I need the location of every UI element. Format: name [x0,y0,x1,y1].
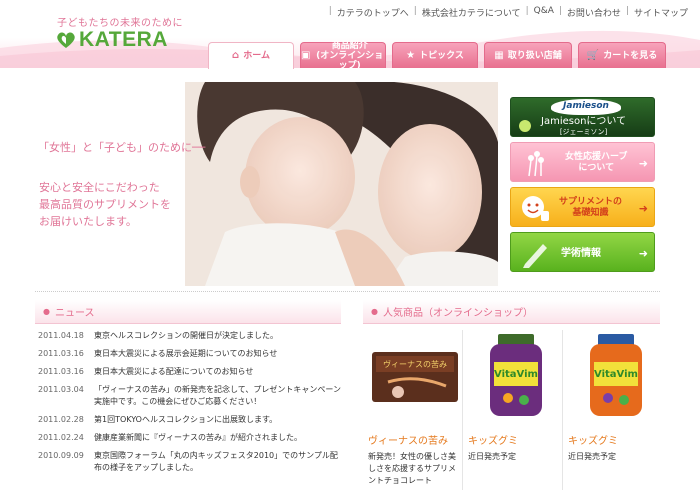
banner-herb[interactable]: 女性応援ハーブ について ➜ [510,142,655,182]
pencil-icon [523,244,547,268]
news-item[interactable]: 2011.02.24 健康産業新聞に『ヴィーナスの苦み』が紹介されました。 [38,432,343,444]
news-date: 2011.02.28 [38,415,84,424]
banner-jamieson[interactable]: Jamieson Jamiesonについて [ジェーミソン] [510,97,655,137]
flower-icon [528,151,544,177]
product-card[interactable]: VitaVim キッズグミ 近日発売予定 [463,330,563,490]
home-icon: ⌂ [232,50,240,61]
news-date: 2010.09.09 [38,451,84,460]
product-image-kids-gummy[interactable]: VitaVim [568,330,663,420]
product-name[interactable]: ヴィーナスの苦み [368,432,462,447]
news-date: 2011.03.16 [38,367,84,376]
shop-icon: ▦ [494,49,504,61]
nav-link-about[interactable]: 株式会社カテラについて [422,6,521,19]
nav-link-sitemap[interactable]: サイトマップ [634,6,688,19]
heart-leaf-icon [57,32,75,48]
bullet-icon: ● [43,307,50,316]
news-item[interactable]: 2010.09.09 東京国際フォーラム「丸の内キッズフェスタ2010」でのサン… [38,450,343,474]
news-date: 2011.02.24 [38,433,84,442]
news-text[interactable]: 第1回TOKYOヘルスコレクションに出展致します。 [94,414,343,426]
hero-message: 安心と安全にこだわった 最高品質のサプリメントを お届けいたします。 [39,179,171,230]
news-text[interactable]: 東京ヘルスコレクションの開催日が決定しました。 [94,330,343,342]
news-heading: ● ニュース [35,300,341,324]
arrow-right-icon: ➜ [638,202,648,215]
product-image-kids-gummy[interactable]: VitaVim [468,330,563,420]
nav-link-qa[interactable]: Q&A [534,6,554,19]
top-utility-nav: | カテラのトップへ | 株式会社カテラについて | Q&A | お問い合わせ | サイト… [328,6,688,19]
hero-banner: 「女性」と「子ども」のために── 安心と安全にこだわった 最高品質のサプリメント… [35,82,498,286]
product-list: ヴィーナスの苦み ヴィーナスの苦み 新発売！女性の優しさ美しさを応援するサプリメ… [363,330,663,490]
news-heading-label: ニュース [54,308,95,319]
bullet-icon: ● [371,307,378,316]
hero-line-2: 最高品質のサプリメントを [39,198,171,211]
svg-text:VitaVim: VitaVim [494,369,538,380]
tab-topics[interactable]: ★ トピックス [392,42,478,68]
news-text[interactable]: 東日本大震災による展示会延期についてのお知らせ [94,348,343,360]
banner-supplement-label: サプリメントの 基礎知識 [559,197,623,218]
news-item[interactable]: 2011.03.16 東日本大震災による配達についてのお知らせ [38,366,343,378]
smiley-icon [522,196,549,221]
banner-academic-info[interactable]: 学術情報 ➜ [510,232,655,272]
products-heading-label: 人気商品（オンラインショップ） [382,308,533,319]
product-description: 近日発売予定 [468,452,516,461]
svg-text:VitaVim: VitaVim [594,369,638,380]
tab-stores-label: 取り扱い店舗 [507,50,562,61]
arrow-right-icon: ➜ [638,247,648,260]
hero-line-1: 安心と安全にこだわった [39,181,160,194]
jamieson-logo: Jamieson [551,99,621,115]
product-name[interactable]: キッズグミ [468,432,562,447]
news-item[interactable]: 2011.04.18 東京ヘルスコレクションの開催日が決定しました。 [38,330,343,342]
hero-title: 「女性」と「子ども」のために── [38,141,206,154]
side-banners: Jamieson Jamiesonについて [ジェーミソン] 女性応援ハーブ につ… [510,97,655,277]
product-image-chocolate[interactable]: ヴィーナスの苦み [368,330,463,420]
hero-photo [185,82,498,286]
tab-cart[interactable]: 🛒 カートを見る [578,42,666,68]
news-date: 2011.03.04 [38,385,84,394]
arrow-right-icon: ➜ [638,157,648,170]
news-item[interactable]: 2011.03.16 東日本大震災による展示会延期についてのお知らせ [38,348,343,360]
news-list: 2011.04.18 東京ヘルスコレクションの開催日が決定しました。 2011.… [38,330,343,480]
news-text[interactable]: 健康産業新聞に『ヴィーナスの苦み』が紹介されました。 [94,432,343,444]
site-header: 子どもたちの未来のために KATERA | カテラのトップへ | 株式会社カテラにつ… [0,0,700,71]
svg-text:ヴィーナスの苦み: ヴィーナスの苦み [383,359,447,369]
news-text[interactable]: 東京国際フォーラム「丸の内キッズフェスタ2010」でのサンプル配布の様子をアップ… [94,450,343,474]
logo-tagline: 子どもたちの未来のために [57,18,183,29]
news-date: 2011.04.18 [38,331,84,340]
star-icon: ★ [406,49,416,61]
news-item[interactable]: 2011.03.04 「ヴィーナスの苦み」の新発売を記念して、プレゼントキャンペ… [38,384,343,408]
logo[interactable]: KATERA [56,28,168,52]
nav-link-katera-top[interactable]: カテラのトップへ [337,6,409,19]
news-date: 2011.03.16 [38,349,84,358]
banner-jamieson-label: Jamiesonについて [ジェーミソン] [541,116,627,137]
news-item[interactable]: 2011.02.28 第1回TOKYOヘルスコレクションに出展致します。 [38,414,343,426]
cart-icon: 🛒 [586,49,600,61]
nav-link-contact[interactable]: お問い合わせ [567,6,621,19]
product-card[interactable]: ヴィーナスの苦み ヴィーナスの苦み 新発売！女性の優しさ美しさを応援するサプリメ… [363,330,463,490]
news-text[interactable]: 「ヴィーナスの苦み」の新発売を記念して、プレゼントキャンペーン実施中です。この機… [94,384,343,408]
tab-cart-label: カートを見る [603,50,658,61]
product-description: 新発売！女性の優しさ美しさを応援するサプリメントチョコレート [368,452,456,485]
banner-herb-label: 女性応援ハーブ について [565,152,628,173]
products-heading: ● 人気商品（オンラインショップ） [363,300,660,324]
tab-products[interactable]: ▣ 商品紹介 (オンラインショップ) [300,40,386,71]
gift-icon: ▣ [301,49,311,61]
tab-topics-label: トピックス [419,50,464,61]
product-name[interactable]: キッズグミ [568,432,663,447]
news-text[interactable]: 東日本大震災による配達についてのお知らせ [94,366,343,378]
hero-line-3: お届けいたします。 [39,215,137,228]
product-description: 近日発売予定 [568,452,616,461]
product-card[interactable]: VitaVim キッズグミ 近日発売予定 [563,330,663,490]
banner-academic-label: 学術情報 [561,247,601,259]
main-tabs: ⌂ ホーム ▣ 商品紹介 (オンラインショップ) ★ トピックス ▦ 取り扱い店舗… [208,40,672,71]
leaf-icon [519,120,531,132]
tab-stores[interactable]: ▦ 取り扱い店舗 [484,42,572,68]
tab-home[interactable]: ⌂ ホーム [208,42,294,69]
logo-text: KATERA [79,28,168,51]
tab-products-label: 商品紹介 (オンラインショップ) [316,40,384,71]
tab-home-label: ホーム [243,51,270,61]
banner-supplement-basics[interactable]: サプリメントの 基礎知識 ➜ [510,187,655,227]
divider [35,291,660,292]
